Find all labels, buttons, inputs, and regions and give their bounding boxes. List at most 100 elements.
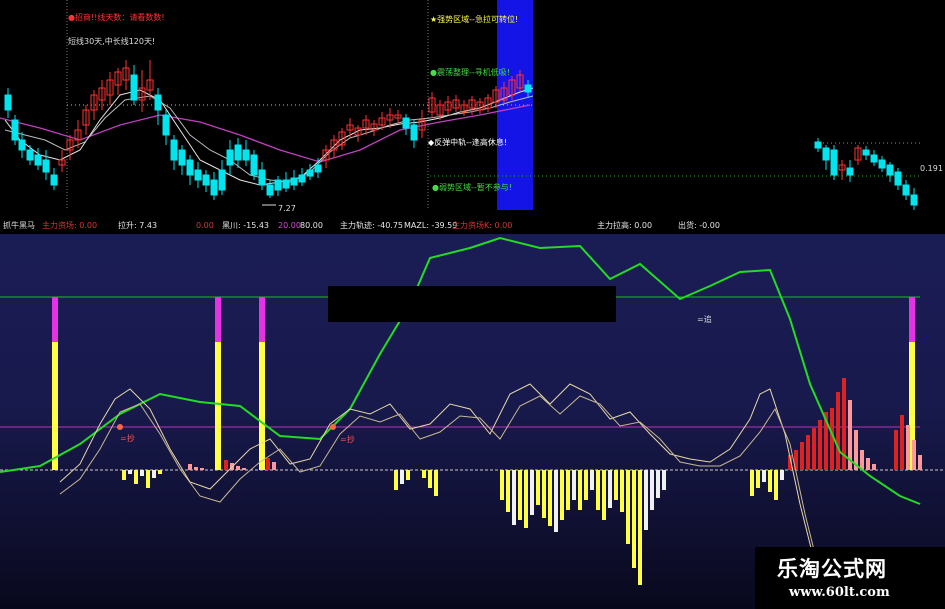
histogram-bar-negative [524,470,528,528]
histogram-bar-positive [236,466,240,470]
shake-up-text: ●震荡整理--寻机低吸! [430,68,510,77]
histogram-bar-negative [644,470,648,530]
candle-body [846,167,854,176]
candlestick [34,148,42,170]
candlestick [162,110,170,145]
weak-zone-text: ●弱势区域--暂不参与! [432,183,512,192]
signal-bar [52,297,58,470]
right-price-label: 0.191 [920,164,943,173]
price-chart-panel[interactable]: ●招商!!线天数：请看数数! 短线30天,中长线120天! ★强势区域--急拉可… [0,0,945,218]
candle-body [894,171,902,186]
candle-body [4,94,12,111]
candlestick [444,96,452,115]
candle-body [862,149,870,156]
histogram-bar-positive [818,420,822,470]
candlestick [846,160,854,182]
candle-body [186,159,194,176]
candle-body [218,169,226,191]
candlestick [122,60,130,90]
histogram-bar-positive [194,467,198,470]
candlestick [26,145,34,165]
candle-body [154,94,162,111]
oscillator-line-slow [59,395,821,575]
candle-body [178,149,186,166]
candlestick [330,135,338,158]
status-item: 黑川: -15.43 [222,221,270,230]
histogram-bar-negative [406,470,410,480]
candlestick [282,172,290,192]
candlestick [58,150,66,172]
candle-body [210,179,218,196]
candle-body [18,139,26,151]
candle-body [226,149,234,166]
candlestick [452,95,460,112]
histogram-bar-positive [242,468,246,470]
histogram-bar-negative [512,470,516,525]
histogram-bar-negative [614,470,618,500]
histogram-bar-negative [152,470,156,478]
signal-bar-body [259,342,265,470]
candle-body [298,174,306,183]
candlestick [822,145,830,170]
candlestick [130,65,138,105]
candlestick [18,132,26,158]
histogram-bar-negative [422,470,426,478]
histogram-bar-negative [536,470,540,505]
histogram-bar-negative [756,470,760,488]
candlestick [418,110,426,138]
redaction-box [328,286,616,322]
candle-body [202,174,210,186]
status-item: 抓牛黑马 [3,221,35,230]
candlestick [902,180,910,200]
candlestick [346,118,354,138]
candle-body [162,114,170,136]
signal-bar-cap [259,297,265,342]
candlestick [42,150,50,180]
histogram-bar-negative [590,470,594,490]
rebound-text: ◆反弹中轨--逢高休息! [428,138,508,147]
candlestick [394,110,402,124]
candle-body [878,159,886,169]
histogram-bar-negative [428,470,432,488]
histogram-bar-positive [224,460,228,470]
histogram-bar-negative [620,470,624,512]
histogram-bar-positive [272,462,276,470]
histogram-bar-negative [584,470,588,500]
indicator-panel[interactable]: =抄 =抄 =追 乐淘公式网 www.60lt.com [0,234,945,609]
candle-body [274,179,282,191]
histogram-bar-positive [812,428,816,470]
candle-body [34,154,42,166]
candlestick [354,125,362,142]
candlestick [210,172,218,200]
candlestick [386,108,394,128]
histogram-bar-negative [530,470,534,515]
candlestick [50,168,58,190]
buy-label-a: =抄 [120,434,135,443]
candlestick [894,168,902,190]
histogram-bar-positive [872,464,876,470]
histogram-bar-negative [632,470,636,568]
candle-body [234,144,242,161]
candlestick [82,105,90,135]
candlestick [114,68,122,95]
status-item: 主力轨迹: -40.75 [340,221,404,230]
status-item: 出货: -0.00 [678,221,720,230]
histogram-bar-negative [518,470,522,520]
histogram-bar-negative [650,470,654,510]
histogram-bar-negative [774,470,778,500]
histogram-bar-positive [900,415,904,470]
status-item: MAZL: -39.59 [404,221,458,230]
candle-body [258,169,266,186]
candlestick [186,155,194,185]
histogram-bar-negative [500,470,504,500]
histogram-bar-positive [266,458,270,470]
histogram-bar-negative [780,470,784,480]
candlestick [402,114,410,135]
histogram-bar-positive [866,458,870,470]
histogram-bar-negative [662,470,666,490]
status-item: 20.00 [278,221,301,230]
status-item: 主力资场K: 0.00 [452,221,513,230]
candle-body [902,184,910,196]
candlestick [410,120,418,148]
candle-body [266,184,274,196]
